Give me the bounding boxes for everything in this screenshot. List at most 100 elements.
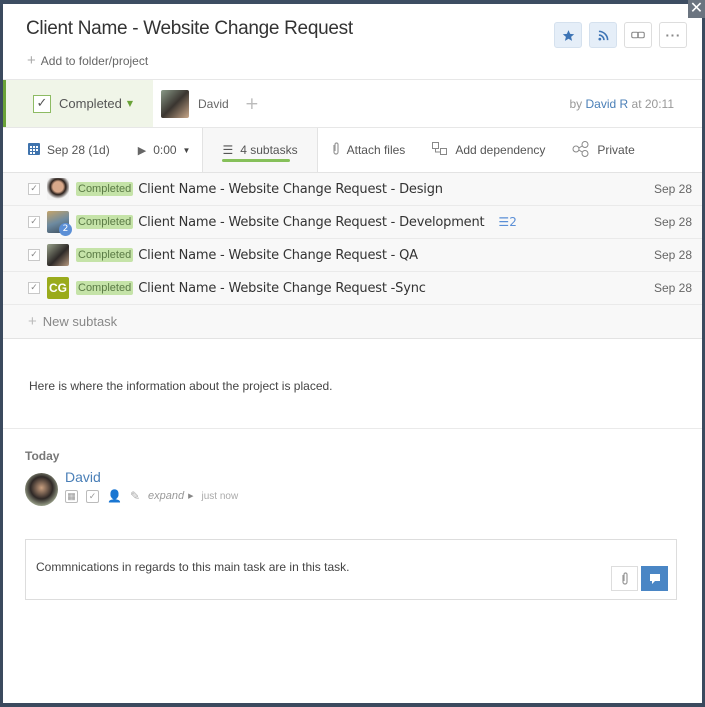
attach-label: Attach files <box>346 143 406 157</box>
more-icon: ··· <box>665 28 681 42</box>
date-button[interactable]: Sep 28 (1d) <box>28 128 110 172</box>
star-icon <box>562 29 574 41</box>
activity-time: just now <box>201 490 239 502</box>
check-icon: ✓ <box>30 250 38 260</box>
new-subtask-button[interactable]: + New subtask <box>3 305 702 339</box>
caret-right-icon: ▶ <box>188 493 194 500</box>
assignee-avatar: CG <box>47 277 69 299</box>
status-dropdown[interactable]: ✓ Completed ▼ <box>3 80 153 127</box>
subtask-row[interactable]: ✓ 2 Completed Client Name - Website Chan… <box>3 206 702 239</box>
attach-files-button[interactable]: Attach files <box>332 128 406 172</box>
plus-icon: + <box>28 313 37 330</box>
assignee-avatar: 2 <box>47 211 72 236</box>
subtask-list: ✓ Completed Client Name - Website Change… <box>3 173 702 339</box>
created-time: at 20:11 <box>631 96 674 111</box>
add-dependency-button[interactable]: Add dependency <box>432 128 545 172</box>
subtask-title[interactable]: Client Name - Website Change Request -Sy… <box>138 281 426 296</box>
comment-attach-button[interactable] <box>611 566 638 591</box>
status-row: ✓ Completed ▼ David + by David R at 20:1… <box>3 79 702 128</box>
comment-box[interactable]: Commnications in regards to this main ta… <box>25 539 677 600</box>
subtask-title[interactable]: Client Name - Website Change Request - Q… <box>138 248 418 263</box>
header-actions: ··· <box>554 22 687 48</box>
time-tracker-button[interactable]: ▶ 0:00 ▼ <box>138 128 191 172</box>
subtask-checkbox[interactable]: ✓ <box>28 216 40 228</box>
add-assignee-icon[interactable]: + <box>245 94 259 114</box>
privacy-button[interactable]: Private <box>572 128 635 172</box>
time-label: 0:00 <box>153 143 177 157</box>
subtask-date: Sep 28 <box>653 215 692 229</box>
list-icon: ☰ <box>498 215 510 229</box>
description-text: Here is where the information about the … <box>29 379 333 393</box>
pencil-icon[interactable]: ✎ <box>130 489 140 503</box>
nested-subtasks-count[interactable]: ☰2 <box>498 215 516 229</box>
list-icon: ☰ <box>222 143 234 157</box>
assignee-avatar <box>47 244 69 266</box>
check-icon: ✓ <box>30 283 38 293</box>
rss-icon <box>597 30 608 41</box>
task-panel: Client Name - Website Change Request + Ad… <box>3 4 702 703</box>
subtask-checkbox[interactable]: ✓ <box>28 282 40 294</box>
assignee-avatar[interactable] <box>161 89 189 118</box>
subtask-checkbox[interactable]: ✓ <box>28 183 40 195</box>
caret-down-icon: ▼ <box>126 99 134 108</box>
close-button[interactable]: ✕ <box>688 0 705 18</box>
comment-icon <box>649 573 660 584</box>
active-tab-indicator <box>222 159 290 162</box>
check-icon: ✓ <box>36 96 48 111</box>
send-comment-button[interactable] <box>641 566 668 591</box>
subtasks-tab[interactable]: ☰ 4 subtasks <box>202 128 318 172</box>
expand-link[interactable]: expand <box>148 490 184 502</box>
author-link[interactable]: David R <box>585 97 628 111</box>
subtask-row[interactable]: ✓ Completed Client Name - Website Change… <box>3 239 702 272</box>
activity-author[interactable]: David <box>65 469 101 485</box>
check-icon: ✓ <box>30 217 38 227</box>
day-heading: Today <box>25 449 60 463</box>
plus-icon: + <box>27 52 36 69</box>
task-title[interactable]: Client Name - Website Change Request <box>26 18 353 40</box>
calendar-icon <box>28 142 40 158</box>
dependency-label: Add dependency <box>455 143 546 157</box>
subtask-date: Sep 28 <box>653 248 692 262</box>
status-badge: Completed <box>76 248 134 262</box>
link-icon <box>631 31 645 39</box>
complete-checkbox[interactable]: ✓ <box>33 94 51 113</box>
share-icon <box>572 140 590 160</box>
new-subtask-label: New subtask <box>42 314 118 329</box>
assignee-name[interactable]: David <box>198 97 229 111</box>
privacy-label: Private <box>597 143 635 157</box>
close-icon: ✕ <box>689 0 704 17</box>
author-avatar <box>25 473 58 506</box>
subtask-checkbox[interactable]: ✓ <box>28 249 40 261</box>
task-toolbar: Sep 28 (1d) ▶ 0:00 ▼ ☰ 4 subtasks Attach… <box>3 128 702 173</box>
calendar-icon[interactable]: ▦ <box>65 489 78 503</box>
follow-button[interactable] <box>589 22 617 48</box>
add-to-folder-link[interactable]: + Add to folder/project <box>27 52 148 69</box>
user-icon[interactable]: 👤 <box>107 489 122 503</box>
assignee-count-badge: 2 <box>59 223 72 236</box>
by-prefix: by <box>569 96 583 111</box>
copy-link-button[interactable] <box>624 22 652 48</box>
subtask-date: Sep 28 <box>653 281 692 295</box>
star-button[interactable] <box>554 22 582 48</box>
task-description[interactable]: Here is where the information about the … <box>3 339 702 429</box>
comment-text[interactable]: Commnications in regards to this main ta… <box>36 560 349 574</box>
status-badge: Completed <box>76 182 134 196</box>
more-button[interactable]: ··· <box>659 22 687 48</box>
add-folder-label: Add to folder/project <box>40 54 149 68</box>
status-badge: Completed <box>76 281 134 295</box>
date-label: Sep 28 (1d) <box>47 143 110 157</box>
check-icon: ✓ <box>30 184 38 194</box>
subtask-row[interactable]: ✓ Completed Client Name - Website Change… <box>3 173 702 206</box>
assignee-avatar <box>47 178 69 200</box>
subtask-title[interactable]: Client Name - Website Change Request - D… <box>138 182 443 197</box>
paperclip-icon <box>621 571 628 585</box>
play-icon: ▶ <box>137 144 147 157</box>
subtask-title[interactable]: Client Name - Website Change Request - D… <box>138 215 484 230</box>
checkbox-icon[interactable]: ✓ <box>86 489 99 503</box>
task-header: Client Name - Website Change Request + Ad… <box>3 4 702 79</box>
caret-down-icon: ▼ <box>182 145 191 155</box>
subtask-date: Sep 28 <box>653 182 692 196</box>
subtask-row[interactable]: ✓ CG Completed Client Name - Website Cha… <box>3 272 702 305</box>
status-badge: Completed <box>76 215 134 229</box>
subtasks-label: 4 subtasks <box>240 143 298 157</box>
